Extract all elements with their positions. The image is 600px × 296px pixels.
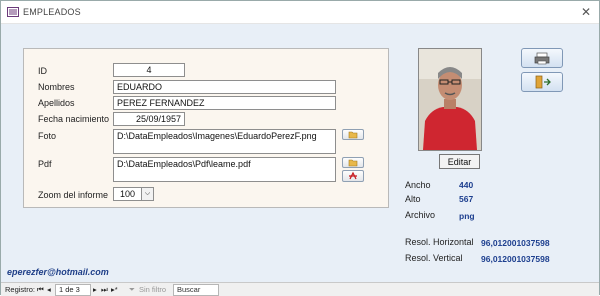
- apellidos-label: Apellidos: [38, 98, 75, 108]
- ancho-label: Ancho: [405, 180, 431, 190]
- nombres-label: Nombres: [38, 82, 75, 92]
- search-input[interactable]: Buscar: [173, 284, 219, 296]
- filter-status[interactable]: Sin filtro: [139, 285, 166, 294]
- form-icon: [7, 7, 19, 17]
- resol-h-label: Resol. Horizontal: [405, 237, 474, 247]
- foto-path-field[interactable]: D:\DataEmpleados\Imagenes\EduardoPerezF.…: [113, 129, 336, 154]
- prev-record-icon[interactable]: ◂: [47, 285, 51, 294]
- filter-icon[interactable]: ⏷: [129, 285, 135, 295]
- browse-foto-button[interactable]: [342, 129, 364, 140]
- resol-v-label: Resol. Vertical: [405, 253, 463, 263]
- apellidos-field[interactable]: PEREZ FERNANDEZ: [113, 96, 336, 110]
- pdf-path-field[interactable]: D:\DataEmpleados\Pdf\leame.pdf: [113, 157, 336, 182]
- folder-icon: [348, 159, 358, 167]
- fecha-field[interactable]: 25/09/1957: [113, 112, 185, 126]
- employee-photo: [418, 48, 482, 151]
- form-window: EMPLEADOS ✕ ID 4 Nombres EDUARDO Apellid…: [0, 0, 600, 296]
- nombres-field[interactable]: EDUARDO: [113, 80, 336, 94]
- email-text: eperezfer@hotmail.com: [7, 267, 109, 277]
- window-title: EMPLEADOS: [23, 7, 81, 17]
- exit-door-icon: [535, 75, 551, 89]
- record-position: 1 de 3: [59, 285, 80, 294]
- archivo-label: Archivo: [405, 210, 436, 220]
- record-label: Registro:: [5, 285, 36, 294]
- resol-h-value: 96,012001037598: [481, 238, 550, 248]
- browse-pdf-button[interactable]: [342, 157, 364, 168]
- chevron-down-icon[interactable]: ⌵: [141, 188, 153, 200]
- detail-panel: ID 4 Nombres EDUARDO Apellidos PEREZ FER…: [23, 48, 389, 208]
- id-label: ID: [38, 66, 47, 76]
- pdf-label: Pdf: [38, 159, 52, 169]
- zoom-label: Zoom del informe: [38, 190, 109, 200]
- new-record-icon[interactable]: ▸*: [111, 285, 118, 294]
- alto-value: 567: [459, 194, 474, 204]
- exit-button[interactable]: [521, 72, 563, 92]
- next-record-icon[interactable]: ▸: [93, 285, 97, 294]
- record-navigator: Registro: ⏮ ◂ 1 de 3 ▸ ⏭ ▸* ⏷ Sin filtro…: [1, 282, 599, 296]
- portrait-image: [419, 49, 481, 150]
- zoom-value: 100: [120, 189, 136, 199]
- print-button[interactable]: [521, 48, 563, 68]
- close-icon[interactable]: ✕: [581, 5, 591, 19]
- id-field[interactable]: 4: [113, 63, 185, 77]
- folder-icon: [348, 131, 358, 139]
- search-placeholder: Buscar: [177, 285, 201, 294]
- edit-button[interactable]: Editar: [439, 154, 480, 169]
- record-position-field[interactable]: 1 de 3: [55, 284, 91, 296]
- open-pdf-button[interactable]: [342, 170, 364, 182]
- printer-icon: [534, 52, 550, 65]
- ancho-value: 440: [459, 180, 474, 190]
- pdf-icon: [349, 171, 357, 180]
- alto-label: Alto: [405, 194, 421, 204]
- archivo-value: png: [459, 211, 475, 221]
- zoom-select[interactable]: 100 ⌵: [113, 187, 154, 201]
- title-bar: EMPLEADOS ✕: [1, 1, 599, 24]
- first-record-icon[interactable]: ⏮: [37, 285, 44, 295]
- form-body: ID 4 Nombres EDUARDO Apellidos PEREZ FER…: [1, 24, 599, 282]
- fecha-label: Fecha nacimiento: [38, 114, 110, 124]
- last-record-icon[interactable]: ⏭: [101, 285, 108, 295]
- foto-label: Foto: [38, 131, 57, 141]
- resol-v-value: 96,012001037598: [481, 254, 550, 264]
